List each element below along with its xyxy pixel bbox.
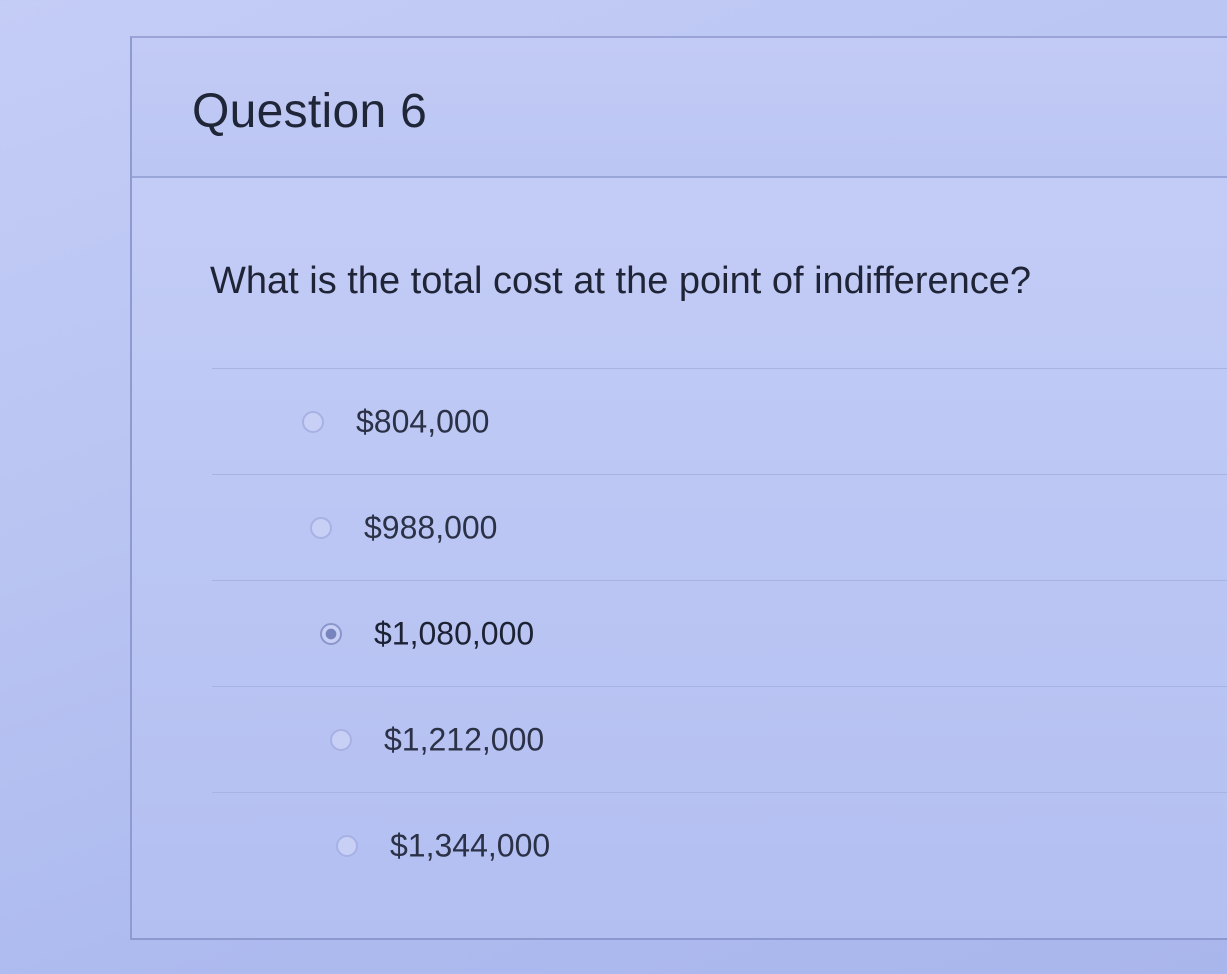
answer-option[interactable]: $1,212,000: [212, 686, 1227, 792]
answer-label[interactable]: $1,080,000: [374, 615, 534, 652]
answer-label[interactable]: $1,344,000: [390, 827, 550, 864]
question-header: Question 6: [132, 38, 1227, 178]
radio-button[interactable]: [310, 516, 332, 539]
question-card: Question 6 What is the total cost at the…: [130, 36, 1227, 940]
question-title: Question 6: [192, 85, 428, 138]
question-text: What is the total cost at the point of i…: [210, 260, 1032, 302]
answer-option[interactable]: $1,344,000: [212, 792, 1227, 898]
radio-button[interactable]: [302, 410, 324, 433]
answer-label[interactable]: $804,000: [356, 403, 489, 440]
answer-label[interactable]: $1,212,000: [384, 721, 544, 758]
answer-option[interactable]: $804,000: [212, 368, 1227, 474]
answer-label[interactable]: $988,000: [364, 509, 497, 546]
answer-option[interactable]: $988,000: [212, 474, 1227, 580]
answer-list: $804,000 $988,000 $1,080,000 $1,212,000 …: [212, 368, 1227, 898]
answer-option-selected[interactable]: $1,080,000: [212, 580, 1227, 686]
radio-button-checked[interactable]: [320, 622, 342, 645]
radio-button[interactable]: [336, 834, 358, 857]
radio-button[interactable]: [330, 728, 352, 751]
